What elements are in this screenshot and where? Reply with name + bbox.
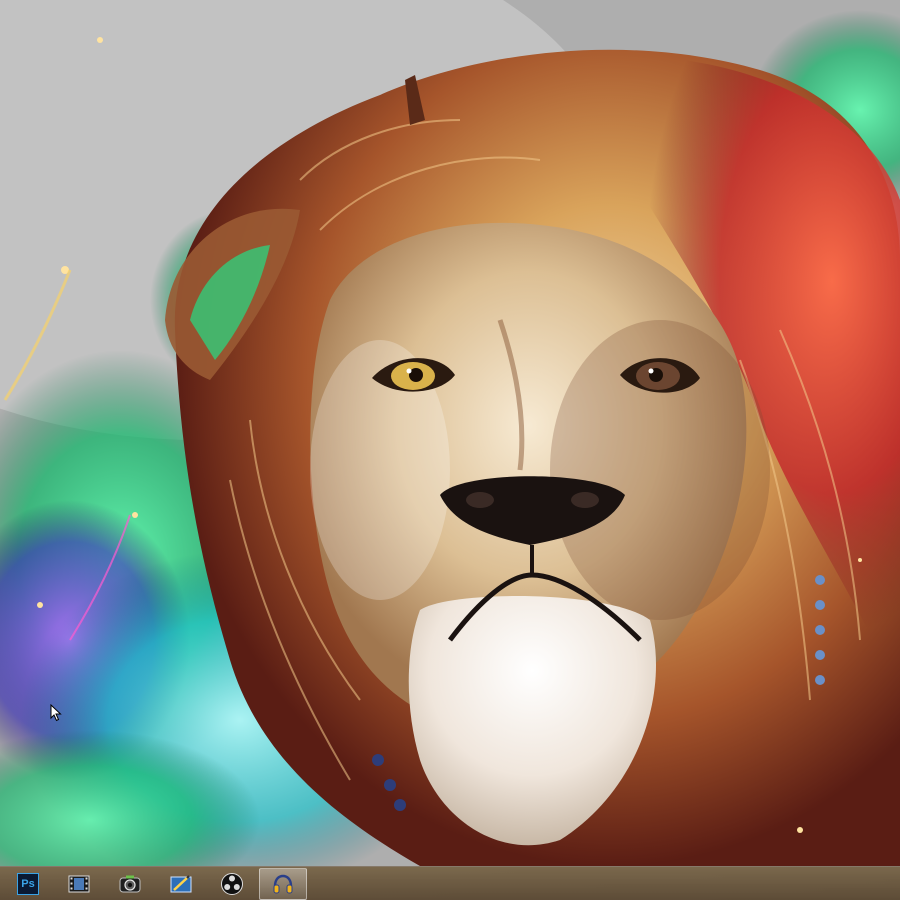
mouse-pointer-icon (50, 704, 62, 722)
taskbar-app-photoshop[interactable]: Ps (4, 868, 52, 900)
taskbar-app-pen-tablet[interactable] (157, 868, 205, 900)
taskbar-app-camera[interactable] (106, 868, 154, 900)
taskbar-app-obs[interactable] (208, 868, 256, 900)
desktop[interactable]: Ps (0, 0, 900, 900)
taskbar-app-video-editor[interactable] (55, 868, 103, 900)
taskbar-app-audio[interactable] (259, 867, 307, 900)
film-strip-icon (68, 875, 90, 892)
camera-icon (119, 875, 141, 892)
obs-icon (221, 872, 243, 895)
headphones-icon (273, 874, 293, 893)
pen-tablet-icon (170, 874, 192, 892)
taskbar: Ps (0, 866, 900, 900)
photoshop-icon: Ps (17, 872, 39, 895)
lion-wallpaper (0, 0, 900, 866)
